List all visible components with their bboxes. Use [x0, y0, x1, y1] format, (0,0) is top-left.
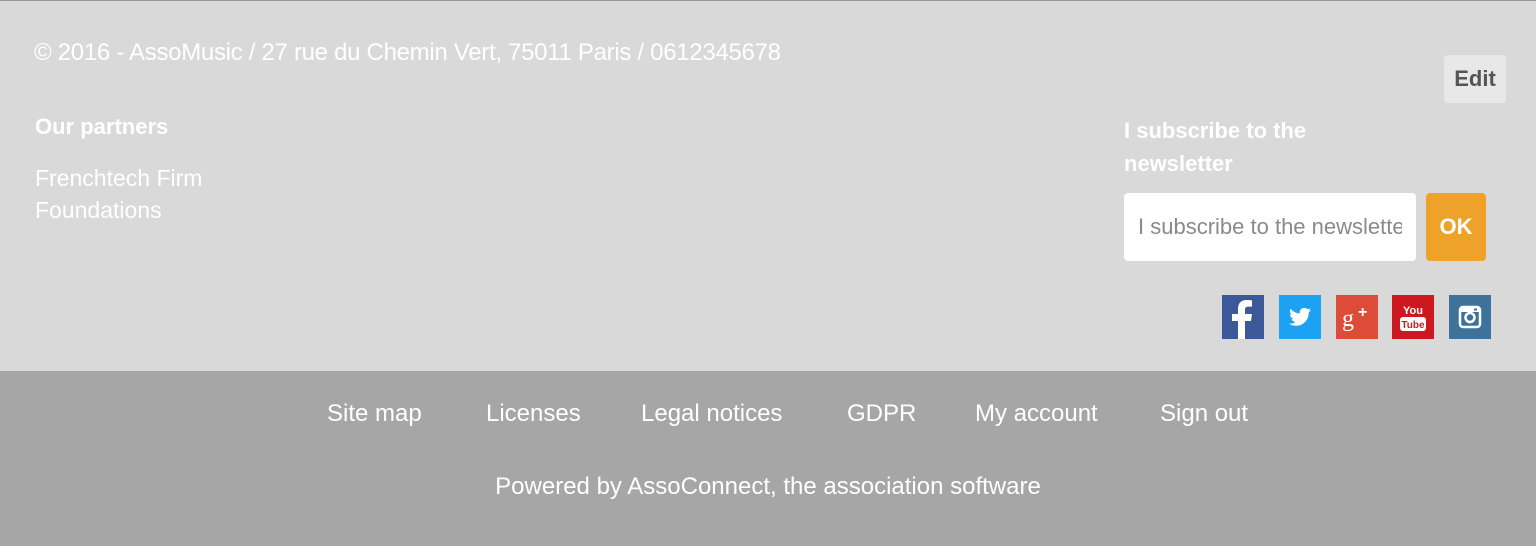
copyright-text: © 2016 - AssoMusic / 27 rue du Chemin Ve… — [34, 39, 781, 66]
partner-link-frenchtech[interactable]: Frenchtech Firm — [35, 165, 202, 192]
nav-site-map[interactable]: Site map — [327, 400, 422, 428]
youtube-icon: You Tube — [1392, 295, 1434, 339]
facebook-icon — [1222, 295, 1264, 339]
svg-text:Tube: Tube — [1401, 320, 1425, 331]
google-plus-link[interactable]: g + — [1336, 295, 1378, 339]
svg-text:You: You — [1403, 305, 1423, 317]
footer-top: © 2016 - AssoMusic / 27 rue du Chemin Ve… — [0, 0, 1536, 371]
svg-text:g: g — [1342, 306, 1354, 332]
newsletter-submit-button[interactable]: OK — [1426, 193, 1486, 261]
youtube-link[interactable]: You Tube — [1392, 295, 1434, 339]
newsletter-email-input[interactable] — [1124, 193, 1416, 261]
twitter-icon — [1279, 295, 1321, 339]
nav-licenses[interactable]: Licenses — [486, 400, 581, 428]
powered-by-text[interactable]: Powered by AssoConnect, the association … — [0, 473, 1536, 501]
nav-gdpr[interactable]: GDPR — [847, 400, 916, 428]
partner-link-foundations[interactable]: Foundations — [35, 197, 162, 224]
instagram-icon — [1449, 295, 1491, 339]
twitter-link[interactable] — [1279, 295, 1321, 339]
nav-my-account[interactable]: My account — [975, 400, 1098, 428]
facebook-link[interactable] — [1222, 295, 1264, 339]
newsletter-title: I subscribe to the newsletter — [1124, 118, 1307, 176]
svg-text:+: + — [1358, 304, 1367, 321]
edit-button[interactable]: Edit — [1444, 55, 1506, 103]
instagram-link[interactable] — [1449, 295, 1491, 339]
nav-legal-notices[interactable]: Legal notices — [641, 400, 782, 428]
partners-title: Our partners — [35, 114, 169, 139]
footer-bottom: Site map Licenses Legal notices GDPR My … — [0, 371, 1536, 546]
google-plus-icon: g + — [1336, 295, 1378, 339]
nav-sign-out[interactable]: Sign out — [1160, 400, 1248, 428]
